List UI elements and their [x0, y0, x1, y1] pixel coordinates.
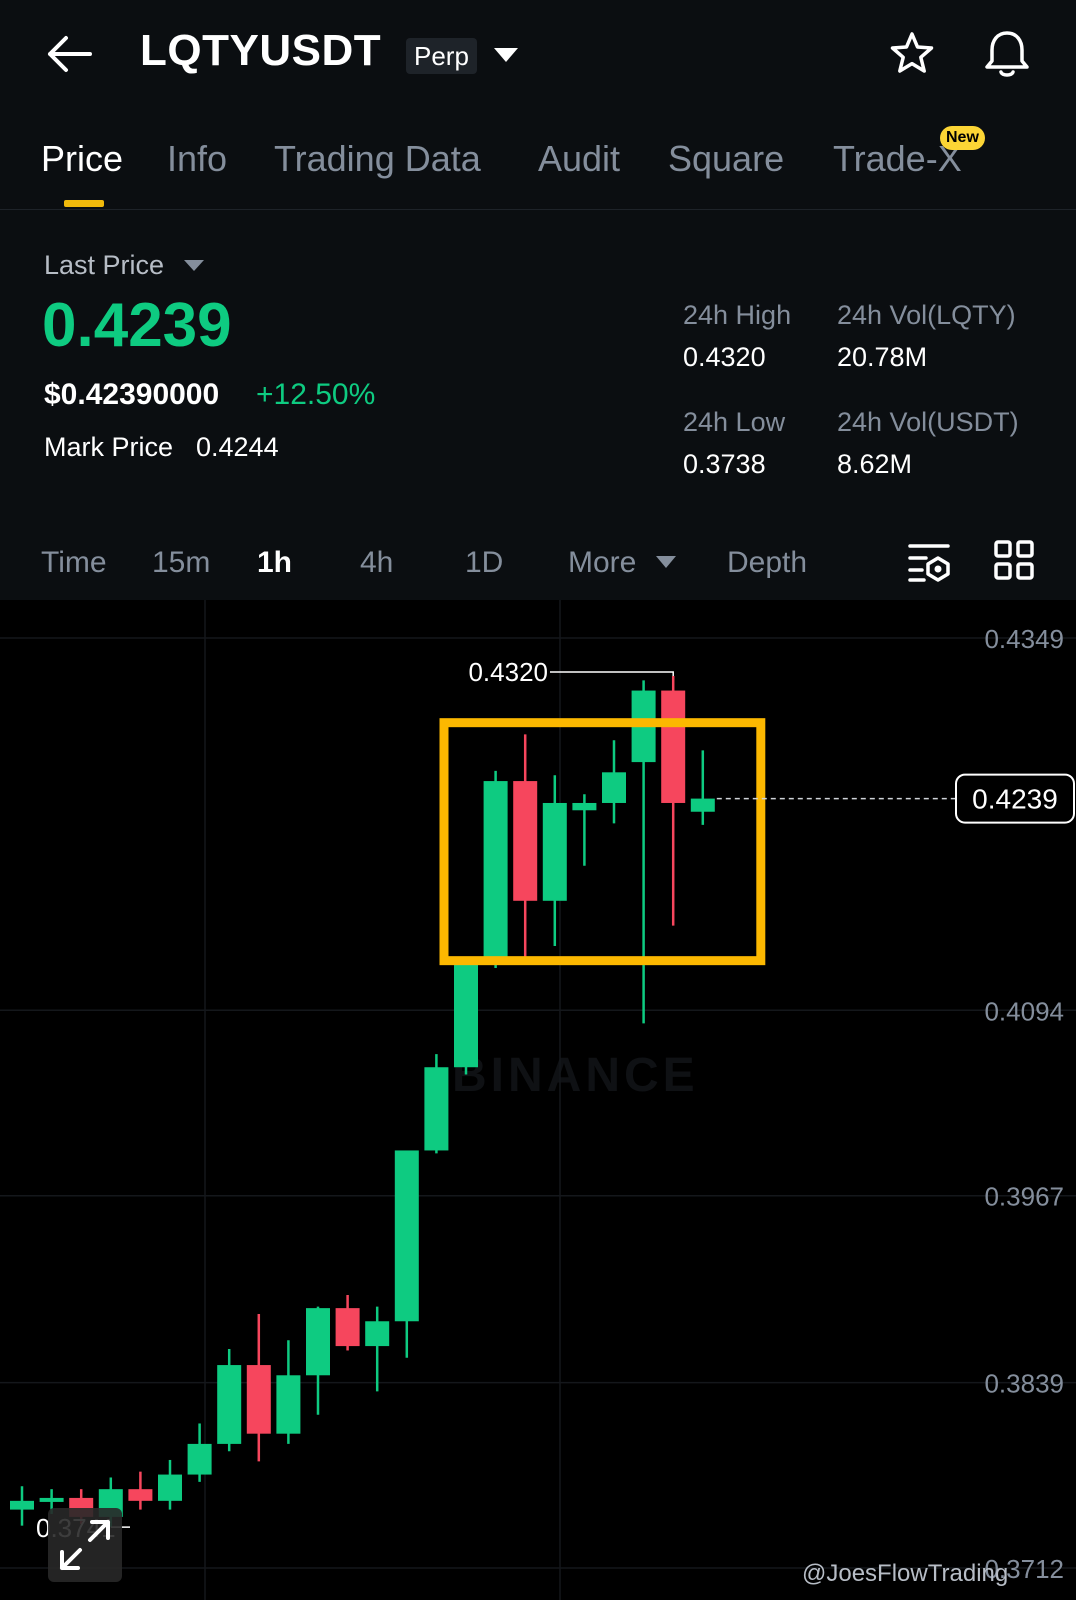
divider	[0, 209, 1076, 210]
candle-body	[454, 959, 478, 1068]
candle-body	[246, 1365, 271, 1434]
tab-square[interactable]: Square	[668, 138, 784, 180]
interval-more[interactable]: More	[568, 546, 636, 580]
caret-down-icon[interactable]	[184, 260, 204, 271]
candlestick-chart[interactable]: 0.43490.40940.39670.38390.37120.43200.37…	[0, 600, 1076, 1600]
interval-1h[interactable]: 1h	[257, 546, 292, 580]
high-annotation-label: 0.4320	[468, 657, 548, 687]
mark-price: 0.4244	[196, 432, 279, 462]
contract-type-badge[interactable]: Perp	[406, 38, 477, 74]
grid-layout-icon[interactable]	[994, 540, 1034, 580]
candle-body	[276, 1375, 301, 1434]
candle-body	[10, 1500, 34, 1510]
tab-trading-data[interactable]: Trading Data	[274, 138, 481, 180]
candle-body	[572, 802, 597, 811]
current-price-label: 0.4239	[972, 784, 1058, 815]
bell-icon[interactable]	[982, 28, 1032, 80]
candle-body	[483, 781, 508, 960]
usd-price: $0.42390000	[44, 378, 220, 411]
candle-body	[602, 772, 626, 803]
y-tick-label: 0.4349	[984, 624, 1064, 654]
y-tick-label: 0.3839	[984, 1369, 1064, 1399]
interval-4h[interactable]: 4h	[360, 546, 393, 580]
interval-1d[interactable]: 1D	[465, 546, 503, 580]
tab-audit[interactable]: Audit	[538, 138, 620, 180]
expand-button[interactable]	[48, 1508, 122, 1582]
high-label: 24h High	[683, 300, 792, 330]
last-price: 0.4239	[42, 291, 232, 360]
candle-body	[365, 1321, 390, 1347]
high-value: 0.4320	[683, 342, 766, 372]
candle-body	[661, 690, 686, 803]
candle-body	[217, 1365, 242, 1444]
candle-body	[128, 1489, 153, 1501]
tab-bar: Price Info Trading Data Audit Square Tra…	[0, 130, 1076, 210]
credit-watermark: @JoesFlowTrading	[802, 1560, 1009, 1587]
candle-body	[158, 1474, 182, 1501]
expand-icon	[60, 1520, 110, 1570]
candle-body	[513, 781, 538, 901]
y-tick-label: 0.4094	[984, 996, 1064, 1026]
vol-base-value: 20.78M	[837, 342, 928, 372]
vol-quote-label: 24h Vol(USDT)	[837, 407, 1019, 437]
candle-body	[690, 798, 715, 812]
candle-body	[306, 1308, 330, 1376]
candle-body	[39, 1497, 64, 1502]
candle-body	[187, 1443, 212, 1475]
candle-body	[335, 1308, 360, 1347]
header: LQTYUSDT Perp	[0, 0, 1076, 110]
candle-body	[424, 1067, 449, 1151]
vol-quote-value: 8.62M	[837, 449, 913, 479]
high-annotation-line	[550, 671, 674, 676]
candle-body	[542, 802, 567, 901]
tab-price[interactable]: Price	[41, 138, 123, 180]
symbol-title[interactable]: LQTYUSDT	[140, 26, 381, 76]
active-tab-indicator	[64, 200, 104, 207]
star-icon[interactable]	[888, 30, 936, 78]
low-value: 0.3738	[683, 449, 766, 479]
interval-15m[interactable]: 15m	[152, 546, 210, 580]
interval-depth[interactable]: Depth	[727, 546, 807, 580]
y-tick-label: 0.3967	[984, 1182, 1064, 1212]
caret-down-icon[interactable]	[494, 48, 518, 62]
chart-settings-icon[interactable]	[908, 542, 952, 582]
back-arrow-icon[interactable]	[44, 32, 94, 76]
new-badge: New	[940, 126, 985, 150]
mark-price-label: Mark Price	[44, 432, 174, 462]
last-price-label[interactable]: Last Price	[44, 250, 164, 281]
tab-info[interactable]: Info	[167, 138, 227, 180]
candle-body	[394, 1150, 419, 1322]
vol-base-label: 24h Vol(LQTY)	[837, 300, 1016, 330]
low-label: 24h Low	[683, 407, 786, 437]
interval-time[interactable]: Time	[41, 546, 107, 580]
change-percent: +12.50%	[256, 378, 376, 411]
caret-down-icon[interactable]	[656, 556, 676, 568]
